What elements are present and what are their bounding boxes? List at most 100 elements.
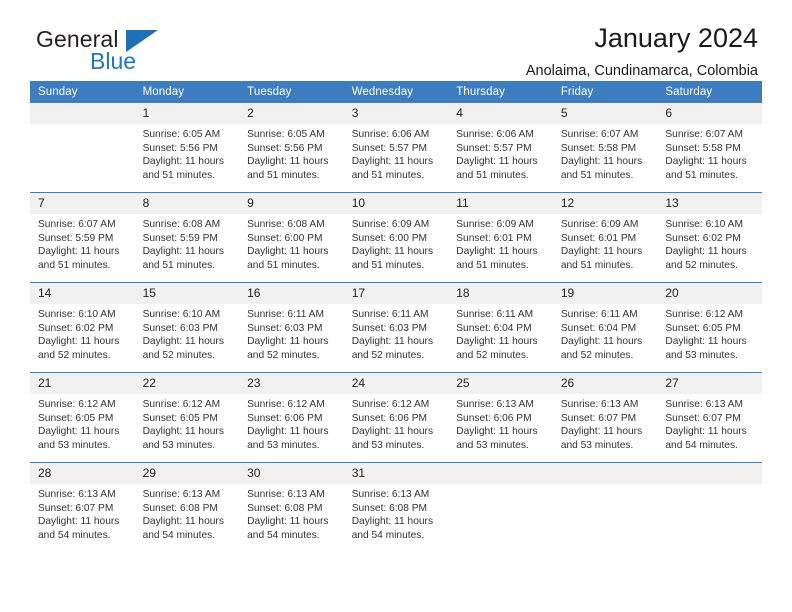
day-number: 12 <box>552 193 658 214</box>
sunset-time: Sunset: 5:56 PM <box>142 142 218 154</box>
calendar-day-cell[interactable]: 14 Sunrise: 6:10 AM Sunset: 6:02 PM Dayligh… <box>30 282 135 373</box>
calendar-day-cell[interactable]: 8 Sunrise: 6:08 AM Sunset: 5:59 PM Daylight… <box>134 192 240 283</box>
calendar-day-cell[interactable]: 29 Sunrise: 6:13 AM Sunset: 6:08 PM Dayligh… <box>134 462 240 552</box>
calendar-day-cell[interactable]: 17 Sunrise: 6:11 AM Sunset: 6:03 PM Dayligh… <box>343 282 449 373</box>
sunset-time: Sunset: 6:00 PM <box>247 232 323 244</box>
day-number: 28 <box>30 463 135 484</box>
daylight-duration-line1: Daylight: 11 hours <box>142 246 224 258</box>
sunrise-time: Sunrise: 6:05 AM <box>142 129 221 140</box>
calendar-day-cell[interactable]: 23 Sunrise: 6:12 AM Sunset: 6:06 PM Dayligh… <box>239 372 344 463</box>
daylight-duration-line2: and 53 minutes. <box>560 439 634 451</box>
daylight-duration-line2: and 51 minutes. <box>456 169 529 181</box>
calendar-day-cell[interactable]: 24 Sunrise: 6:12 AM Sunset: 6:06 PM Dayligh… <box>343 372 449 463</box>
day-number: 27 <box>657 373 762 394</box>
calendar-day-cell[interactable]: 12 Sunrise: 6:09 AM Sunset: 6:01 PM Dayligh… <box>552 192 658 283</box>
sunset-time: Sunset: 6:03 PM <box>351 322 428 334</box>
weekday-header-monday: Monday <box>134 81 240 103</box>
calendar-week-row: 28 Sunrise: 6:13 AM Sunset: 6:07 PM Dayligh… <box>30 462 762 552</box>
day-details: Sunrise: 6:12 AM Sunset: 6:05 PM Daylight:… <box>135 394 240 452</box>
day-details: Sunrise: 6:09 AM Sunset: 6:00 PM Daylight:… <box>344 214 449 272</box>
sunset-time: Sunset: 6:06 PM <box>456 412 532 424</box>
weekday-header-friday: Friday <box>552 81 658 103</box>
daylight-duration-line1: Daylight: 11 hours <box>351 156 434 168</box>
sunrise-time: Sunrise: 6:13 AM <box>560 399 639 410</box>
day-number <box>552 463 658 484</box>
sunrise-time: Sunrise: 6:07 AM <box>38 219 116 230</box>
weekday-header: Sunday Monday Tuesday Wednesday Thursday Frid… <box>30 81 762 103</box>
calendar-day-cell[interactable]: 27 Sunrise: 6:13 AM Sunset: 6:07 PM Dayligh… <box>657 372 762 463</box>
sunrise-time: Sunrise: 6:09 AM <box>351 219 430 230</box>
day-number <box>448 463 553 484</box>
daylight-duration-line2: and 52 minutes. <box>560 349 634 361</box>
calendar-day-cell[interactable]: 18 Sunrise: 6:11 AM Sunset: 6:04 PM Dayligh… <box>448 282 553 373</box>
calendar-day-cell[interactable]: 22 Sunrise: 6:12 AM Sunset: 6:05 PM Dayligh… <box>134 372 240 463</box>
day-number: 30 <box>239 463 344 484</box>
calendar-day-cell[interactable]: 5 Sunrise: 6:07 AM Sunset: 5:58 PM Daylight… <box>552 103 658 193</box>
sunrise-time: Sunrise: 6:12 AM <box>38 399 116 410</box>
day-number: 4 <box>448 103 553 124</box>
sunrise-time: Sunrise: 6:08 AM <box>247 219 325 230</box>
day-details: Sunrise: 6:09 AM Sunset: 6:01 PM Daylight:… <box>553 214 658 272</box>
day-number: 13 <box>657 193 762 214</box>
daylight-duration-line1: Daylight: 11 hours <box>351 336 434 348</box>
daylight-duration-line2: and 51 minutes. <box>665 169 738 181</box>
calendar-day-cell[interactable]: 16 Sunrise: 6:11 AM Sunset: 6:03 PM Dayligh… <box>239 282 344 373</box>
day-details: Sunrise: 6:10 AM Sunset: 6:02 PM Daylight:… <box>30 304 135 362</box>
sunrise-time: Sunrise: 6:12 AM <box>665 309 743 320</box>
calendar-day-cell[interactable]: 11 Sunrise: 6:09 AM Sunset: 6:01 PM Dayligh… <box>448 192 553 283</box>
daylight-duration-line2: and 52 minutes. <box>38 349 111 361</box>
calendar-day-cell[interactable]: 30 Sunrise: 6:13 AM Sunset: 6:08 PM Dayligh… <box>239 462 344 552</box>
daylight-duration-line2: and 54 minutes. <box>142 529 216 541</box>
day-details: Sunrise: 6:05 AM Sunset: 5:56 PM Daylight:… <box>239 124 344 182</box>
day-number: 16 <box>239 283 344 304</box>
calendar-week-row: 14 Sunrise: 6:10 AM Sunset: 6:02 PM Dayligh… <box>30 282 762 373</box>
daylight-duration-line2: and 51 minutes. <box>560 169 634 181</box>
calendar-day-cell[interactable]: 15 Sunrise: 6:10 AM Sunset: 6:03 PM Dayligh… <box>134 282 240 373</box>
daylight-duration-line1: Daylight: 11 hours <box>247 336 329 348</box>
day-details: Sunrise: 6:06 AM Sunset: 5:57 PM Daylight:… <box>344 124 449 182</box>
calendar-day-cell[interactable]: 4 Sunrise: 6:06 AM Sunset: 5:57 PM Daylight… <box>448 103 553 193</box>
daylight-duration-line1: Daylight: 11 hours <box>665 156 747 168</box>
sunset-time: Sunset: 6:03 PM <box>142 322 218 334</box>
calendar-day-cell[interactable]: 28 Sunrise: 6:13 AM Sunset: 6:07 PM Dayligh… <box>30 462 135 552</box>
day-details: Sunrise: 6:05 AM Sunset: 5:56 PM Daylight:… <box>135 124 240 182</box>
calendar-day-cell[interactable]: 1 Sunrise: 6:05 AM Sunset: 5:56 PM Daylight… <box>134 103 240 193</box>
calendar-day-cell[interactable]: 26 Sunrise: 6:13 AM Sunset: 6:07 PM Dayligh… <box>552 372 658 463</box>
sunset-time: Sunset: 6:05 PM <box>665 322 741 334</box>
daylight-duration-line2: and 52 minutes. <box>665 259 738 271</box>
daylight-duration-line1: Daylight: 11 hours <box>142 516 224 528</box>
day-number: 17 <box>343 283 449 304</box>
day-details: Sunrise: 6:13 AM Sunset: 6:07 PM Daylight:… <box>657 394 762 452</box>
daylight-duration-line1: Daylight: 11 hours <box>351 246 434 258</box>
calendar-day-cell[interactable]: 9 Sunrise: 6:08 AM Sunset: 6:00 PM Daylight… <box>239 192 344 283</box>
sunrise-time: Sunrise: 6:10 AM <box>665 219 743 230</box>
daylight-duration-line1: Daylight: 11 hours <box>142 336 224 348</box>
calendar-day-cell-empty <box>552 462 658 552</box>
calendar-day-cell[interactable]: 2 Sunrise: 6:05 AM Sunset: 5:56 PM Daylight… <box>239 103 344 193</box>
daylight-duration-line2: and 53 minutes. <box>351 439 425 451</box>
day-details: Sunrise: 6:11 AM Sunset: 6:04 PM Daylight:… <box>448 304 553 362</box>
calendar-day-cell[interactable]: 31 Sunrise: 6:13 AM Sunset: 6:08 PM Dayligh… <box>343 462 449 552</box>
sunset-time: Sunset: 5:59 PM <box>142 232 218 244</box>
day-number <box>657 463 762 484</box>
sunset-time: Sunset: 5:58 PM <box>560 142 637 154</box>
calendar-day-cell[interactable]: 21 Sunrise: 6:12 AM Sunset: 6:05 PM Dayligh… <box>30 372 135 463</box>
calendar-day-cell[interactable]: 20 Sunrise: 6:12 AM Sunset: 6:05 PM Dayligh… <box>657 282 762 373</box>
calendar-day-cell[interactable]: 6 Sunrise: 6:07 AM Sunset: 5:58 PM Daylight… <box>657 103 762 193</box>
general-blue-logo: General Blue <box>30 24 230 76</box>
calendar-day-cell[interactable]: 7 Sunrise: 6:07 AM Sunset: 5:59 PM Daylight… <box>30 192 135 283</box>
calendar-day-cell-empty <box>30 103 135 193</box>
calendar-day-cell[interactable]: 3 Sunrise: 6:06 AM Sunset: 5:57 PM Daylight… <box>343 103 449 193</box>
day-details: Sunrise: 6:11 AM Sunset: 6:04 PM Daylight:… <box>553 304 658 362</box>
day-details: Sunrise: 6:07 AM Sunset: 5:58 PM Daylight:… <box>657 124 762 182</box>
calendar-day-cell[interactable]: 10 Sunrise: 6:09 AM Sunset: 6:00 PM Dayligh… <box>343 192 449 283</box>
calendar-day-cell[interactable]: 19 Sunrise: 6:11 AM Sunset: 6:04 PM Dayligh… <box>552 282 658 373</box>
calendar-day-cell[interactable]: 25 Sunrise: 6:13 AM Sunset: 6:06 PM Dayligh… <box>448 372 553 463</box>
daylight-duration-line2: and 52 minutes. <box>456 349 529 361</box>
calendar-day-cell[interactable]: 13 Sunrise: 6:10 AM Sunset: 6:02 PM Dayligh… <box>657 192 762 283</box>
day-details: Sunrise: 6:12 AM Sunset: 6:06 PM Daylight:… <box>344 394 449 452</box>
daylight-duration-line2: and 54 minutes. <box>665 439 738 451</box>
day-number: 22 <box>134 373 240 394</box>
daylight-duration-line1: Daylight: 11 hours <box>38 246 120 258</box>
daylight-duration-line2: and 52 minutes. <box>142 349 216 361</box>
